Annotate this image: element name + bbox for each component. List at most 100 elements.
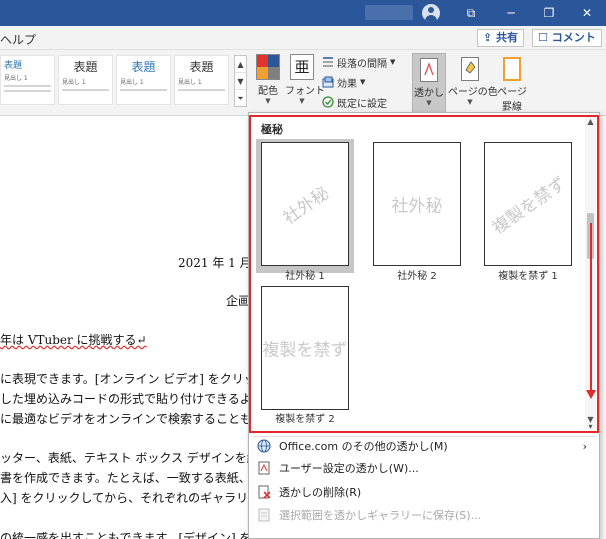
watermark-option-do-not-copy-1[interactable]: 複製を禁ず 複製を禁ず 1 — [479, 139, 577, 282]
page-color-icon — [461, 57, 479, 81]
set-as-default-label: 既定に設定 — [337, 98, 387, 110]
doc-body-line: した埋め込みコードの形式で貼り付けできるよう — [0, 392, 264, 406]
annotation-arrow-head — [586, 390, 596, 399]
style-text-line — [62, 89, 109, 91]
title-bar: ⧉ ─ ❐ ✕ — [0, 0, 606, 26]
page-borders-icon — [503, 57, 521, 81]
watermark-label: 透かし — [414, 88, 444, 99]
more-styles-icon[interactable]: ⏷ — [235, 90, 246, 107]
watermark-preview-page: 社外秘 — [373, 142, 461, 266]
doc-department-line: 企画 — [226, 294, 251, 308]
page-borders-label-line1: ページ — [497, 87, 527, 98]
watermark-dropdown: 極秘 社外秘 社外秘 1 社外秘 社外秘 2 複製を禁ず 複製を禁ず 1 複製を… — [248, 112, 600, 539]
doc-body-line: の統一感を出すこともできます。[デザイン] をクリ — [0, 531, 276, 539]
doc-body-line: に最適なビデオをオンラインで検索することもで — [0, 412, 264, 426]
minimize-icon: ─ — [507, 6, 515, 20]
share-icon: ⇪ — [483, 31, 497, 44]
comment-icon: ☐ — [538, 31, 552, 44]
chevron-down-icon: ▼ — [390, 58, 396, 66]
scroll-up-icon[interactable]: ▲ — [585, 117, 596, 126]
save-selection-to-gallery-menu-item: 選択範囲を透かしギャラリーに保存(S)... — [257, 505, 587, 525]
gallery-expand-icon[interactable]: ▾ — [585, 422, 596, 431]
page-borders-button[interactable]: ページ 罫線 — [494, 53, 530, 115]
color-scheme-button[interactable]: 配色 ▼ — [252, 54, 284, 114]
style-gallery-item-3[interactable]: 表題 見出し 1 — [116, 55, 171, 105]
share-button[interactable]: ⇪ 共有 — [477, 29, 525, 47]
watermark-preview-text: 社外秘 — [279, 183, 334, 229]
close-icon: ✕ — [581, 6, 593, 20]
ribbon-display-options-button[interactable]: ⧉ — [460, 4, 482, 22]
style-text-line — [178, 89, 225, 91]
watermark-option-label: 複製を禁ず 1 — [498, 271, 558, 282]
watermark-option-label: 複製を禁ず 2 — [275, 414, 335, 425]
watermark-preview-text: 複製を禁ず — [262, 340, 348, 361]
user-account-icon[interactable] — [422, 4, 440, 22]
doc-body-line: ッター、表紙、テキスト ボックス デザインを組 — [0, 451, 259, 465]
comments-label: コメント — [551, 31, 596, 44]
watermark-preview-page: 社外秘 — [261, 142, 349, 266]
font-icon: 亜 — [290, 54, 314, 80]
effects-icon — [322, 76, 334, 88]
watermark-option-do-not-copy-2[interactable]: 複製を禁ず 複製を禁ず 2 — [256, 283, 354, 425]
watermark-button[interactable]: 透かし ▼ — [412, 53, 446, 115]
style-subheading: 見出し 1 — [120, 79, 144, 86]
style-gallery-scroller[interactable]: ▲ ▼ ⏷ — [234, 55, 247, 107]
custom-watermark-icon — [257, 461, 271, 475]
color-scheme-label: 配色 — [258, 86, 278, 97]
page-color-label: ページの色 — [448, 87, 498, 98]
scroll-up-icon[interactable]: ▲ — [235, 56, 246, 73]
minimize-button[interactable]: ─ — [500, 4, 522, 22]
checkmark-circle-icon — [322, 96, 334, 108]
more-watermarks-menu-item[interactable]: Office.com のその他の透かし(M) › — [257, 436, 587, 456]
close-button[interactable]: ✕ — [576, 4, 598, 22]
style-heading: 表題 — [4, 61, 23, 71]
style-gallery-item-2[interactable]: 表題 見出し 1 — [58, 55, 113, 105]
watermark-preview-page: 複製を禁ず — [484, 142, 572, 266]
watermark-preview-text: 複製を禁ず — [488, 173, 570, 239]
fonts-button[interactable]: 亜 フォント ▼ — [285, 54, 325, 114]
menu-tabs-row: ヘルプ ⇪ 共有 ☐ コメント — [0, 26, 606, 50]
set-as-default-button[interactable]: 既定に設定 — [322, 94, 387, 110]
watermark-option-label: 社外秘 1 — [285, 271, 325, 282]
custom-watermark-menu-item[interactable]: ユーザー設定の透かし(W)... — [257, 458, 587, 478]
paragraph-spacing-label: 段落の間隔 — [337, 58, 387, 70]
chevron-down-icon: ▼ — [426, 99, 432, 107]
chevron-down-icon: ▼ — [467, 98, 473, 106]
watermark-option-confidential-1[interactable]: 社外秘 社外秘 1 — [256, 139, 354, 282]
page-color-button[interactable]: ページの色 ▼ — [448, 53, 498, 115]
custom-watermark-label: ユーザー設定の透かし(W)... — [279, 462, 419, 475]
chevron-down-icon: ▼ — [265, 97, 271, 105]
fonts-label: フォント — [285, 86, 325, 97]
watermark-option-confidential-2[interactable]: 社外秘 社外秘 2 — [368, 139, 466, 282]
style-text-line — [4, 85, 51, 87]
remove-watermark-icon — [257, 485, 271, 499]
doc-title-line: 年は VTuber に挑戦する↵ — [0, 331, 147, 348]
style-heading: 表題 — [73, 60, 98, 74]
gallery-section-header: 極秘 — [261, 123, 283, 136]
comments-button[interactable]: ☐ コメント — [532, 29, 602, 47]
tab-help[interactable]: ヘルプ — [0, 31, 36, 48]
style-text-line — [120, 89, 167, 91]
watermark-preview-page: 複製を禁ず — [261, 286, 349, 410]
style-subheading: 見出し 1 — [178, 79, 202, 86]
scroll-down-icon[interactable]: ▼ — [235, 73, 246, 90]
page-borders-label-line2: 罫線 — [502, 102, 522, 113]
globe-icon — [257, 439, 271, 453]
annotation-arrow-line — [590, 223, 592, 393]
swatch-orange — [257, 67, 268, 79]
watermark-option-label: 社外秘 2 — [397, 271, 437, 282]
paragraph-spacing-button[interactable]: 段落の間隔 ▼ — [322, 54, 395, 70]
effects-label: 効果 — [337, 78, 357, 90]
style-gallery-item-4[interactable]: 表題 見出し 1 — [174, 55, 229, 105]
restore-button[interactable]: ❐ — [538, 4, 560, 22]
effects-button[interactable]: 効果 ▼ — [322, 74, 365, 90]
style-gallery-item-1[interactable]: 表題 見出し 1 — [0, 55, 55, 105]
submenu-arrow-icon: › — [582, 439, 587, 453]
save-selection-label: 選択範囲を透かしギャラリーに保存(S)... — [279, 509, 482, 522]
doc-body-line: 入] をクリックしてから、それぞれのギャラリー — [0, 491, 261, 505]
title-search-field[interactable] — [365, 5, 413, 20]
doc-title-text: 年は VTuber に挑戦する↵ — [0, 333, 147, 347]
swatch-gray — [268, 67, 279, 79]
more-watermarks-label: Office.com のその他の透かし(M) — [279, 440, 448, 453]
remove-watermark-menu-item[interactable]: 透かしの削除(R) — [257, 482, 587, 502]
